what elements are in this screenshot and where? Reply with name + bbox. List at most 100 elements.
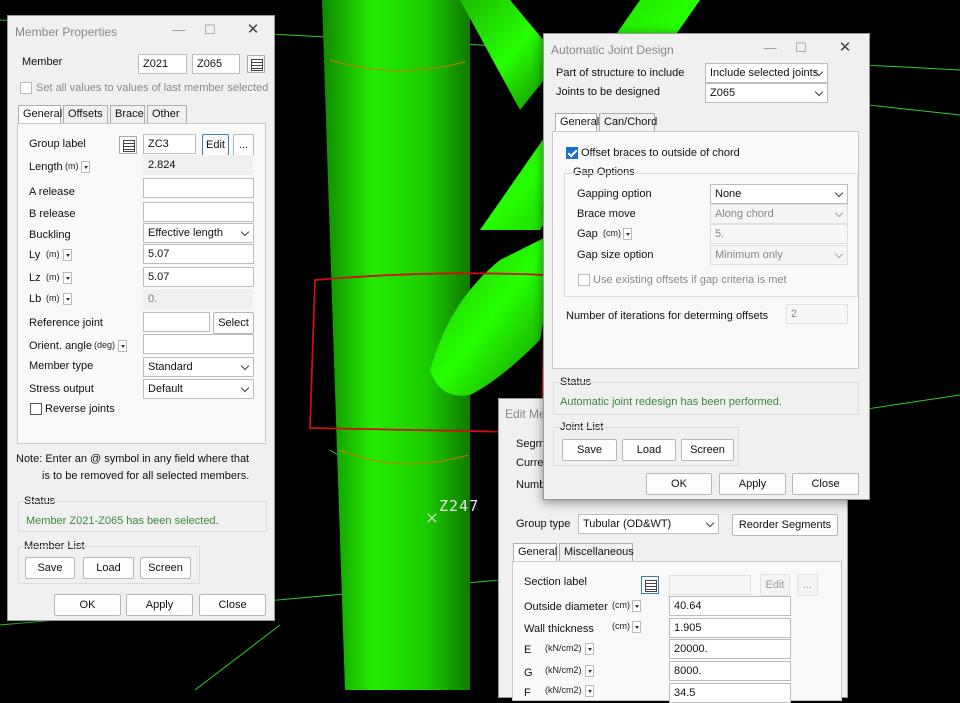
apply-button[interactable]: Apply	[719, 473, 786, 495]
ly-field[interactable]: 5.07	[143, 244, 254, 264]
number-label: Numb	[516, 479, 546, 491]
group-label-label: Group label	[29, 138, 86, 150]
lb-label: Lb	[29, 293, 42, 305]
g-label: G	[524, 667, 533, 679]
maximize-icon[interactable]: ☐	[793, 40, 809, 56]
tab-general[interactable]: General	[513, 543, 557, 562]
reverse-joints-checkbox[interactable]	[30, 403, 42, 415]
buckling-label: Buckling	[29, 229, 71, 241]
close-button[interactable]: Close	[792, 473, 859, 495]
ok-button[interactable]: OK	[54, 594, 121, 616]
close-icon[interactable]: ✕	[837, 40, 853, 56]
tab-other[interactable]: Other	[147, 105, 187, 123]
ly-unit-dropdown[interactable]	[63, 249, 72, 261]
close-icon[interactable]: ✕	[245, 22, 261, 38]
group-list-icon[interactable]	[119, 136, 137, 154]
e-unit-dropdown[interactable]	[585, 643, 594, 655]
save-button[interactable]: Save	[25, 557, 75, 579]
brace-move-select[interactable]: Along chord	[710, 204, 848, 224]
g-unit-dropdown[interactable]	[585, 665, 594, 677]
load-button[interactable]: Load	[83, 557, 134, 579]
set-all-checkbox[interactable]	[20, 82, 32, 94]
close-button[interactable]: Close	[199, 594, 266, 616]
joints-to-design-select[interactable]: Z065	[705, 83, 828, 103]
lz-field[interactable]: 5.07	[143, 267, 254, 287]
outside-diameter-label: Outside diameter	[524, 601, 608, 613]
part-of-structure-label: Part of structure to include	[556, 67, 685, 79]
group-type-select[interactable]: Tubular (OD&WT)	[578, 514, 719, 534]
wall-thickness-field[interactable]: 1.905	[669, 618, 791, 638]
ok-button[interactable]: OK	[646, 473, 712, 495]
offset-braces-checkbox[interactable]	[566, 147, 578, 159]
e-unit: (kN/cm2)	[545, 643, 582, 653]
reference-joint-field[interactable]	[143, 312, 210, 332]
tab-offsets[interactable]: Offsets	[63, 105, 108, 123]
gap-size-option-select[interactable]: Minimum only	[710, 245, 848, 265]
a-release-field[interactable]	[143, 178, 254, 198]
f-label: F	[524, 687, 531, 699]
gap-unit-dropdown[interactable]	[623, 228, 632, 240]
minimize-icon[interactable]: —	[762, 40, 778, 56]
joints-to-design-label: Joints to be designed	[556, 86, 660, 98]
section-list-icon[interactable]	[641, 576, 659, 594]
f-unit-dropdown[interactable]	[585, 685, 594, 697]
orient-angle-field[interactable]	[143, 334, 254, 354]
section-edit-button[interactable]: Edit	[760, 574, 790, 596]
segment-label: Segm	[516, 438, 545, 450]
minimize-icon[interactable]: —	[171, 22, 187, 38]
gapping-option-select[interactable]: None	[710, 184, 848, 204]
stress-output-select[interactable]: Default	[143, 379, 254, 399]
outside-diameter-field[interactable]: 40.64	[669, 596, 791, 616]
group-edit-button[interactable]: Edit	[202, 134, 229, 156]
part-of-structure-select[interactable]: Include selected joints	[705, 63, 828, 83]
use-existing-offsets-label: Use existing offsets if gap criteria is …	[593, 274, 787, 286]
tab-general[interactable]: General	[18, 105, 62, 124]
section-more-button[interactable]: ...	[797, 574, 818, 596]
b-release-field[interactable]	[143, 202, 254, 222]
iterations-field[interactable]: 2	[786, 304, 848, 324]
brace-move-label: Brace move	[577, 208, 636, 220]
select-joint-button[interactable]: Select	[213, 312, 254, 334]
group-type-label: Group type	[516, 518, 571, 530]
reorder-segments-button[interactable]: Reorder Segments	[732, 514, 838, 536]
dialog-title: Automatic Joint Design	[551, 43, 674, 57]
od-unit-dropdown[interactable]	[632, 600, 641, 612]
save-button[interactable]: Save	[562, 439, 617, 461]
use-existing-offsets-checkbox[interactable]	[578, 274, 590, 286]
gap-field[interactable]: 5.	[710, 224, 848, 244]
g-field[interactable]: 8000.	[669, 661, 791, 681]
lb-value: 0.	[143, 289, 253, 309]
note-text-1: Note: Enter an @ symbol in any field whe…	[16, 453, 250, 465]
tab-brace[interactable]: Brace	[110, 105, 145, 123]
orient-unit-dropdown[interactable]	[118, 340, 127, 352]
title-bar[interactable]: Member Properties — ☐ ✕	[8, 16, 274, 46]
buckling-select[interactable]: Effective length	[143, 223, 254, 243]
group-label-field[interactable]: ZC3	[143, 134, 196, 154]
title-bar[interactable]: Automatic Joint Design — ☐ ✕	[544, 34, 869, 64]
member-type-select[interactable]: Standard	[143, 357, 254, 377]
section-label-field[interactable]	[669, 575, 751, 595]
stress-output-label: Stress output	[29, 383, 94, 395]
screen-button[interactable]: Screen	[681, 439, 734, 461]
group-more-button[interactable]: ...	[233, 134, 254, 156]
member-list-icon[interactable]	[247, 55, 265, 73]
tab-miscellaneous[interactable]: Miscellaneous	[559, 543, 634, 561]
length-value: 2.824	[143, 155, 253, 175]
offset-braces-label: Offset braces to outside of chord	[581, 147, 740, 159]
tab-can-chord[interactable]: Can/Chord	[599, 113, 657, 131]
screen-button[interactable]: Screen	[140, 557, 191, 579]
e-field[interactable]: 20000.	[669, 639, 791, 659]
wt-unit-dropdown[interactable]	[632, 621, 641, 633]
lb-unit-dropdown[interactable]	[63, 293, 72, 305]
lz-unit-dropdown[interactable]	[63, 272, 72, 284]
length-unit-dropdown[interactable]	[81, 161, 90, 173]
member-to-field[interactable]: Z065	[192, 54, 240, 74]
member-from-field[interactable]: Z021	[138, 54, 187, 74]
load-button[interactable]: Load	[622, 439, 676, 461]
maximize-icon[interactable]: ☐	[202, 22, 218, 38]
tab-general[interactable]: General	[555, 113, 599, 132]
b-release-label: B release	[29, 208, 76, 220]
wall-thickness-unit: (cm)	[612, 621, 630, 631]
f-field[interactable]: 34.5	[669, 683, 791, 703]
apply-button[interactable]: Apply	[126, 594, 193, 616]
